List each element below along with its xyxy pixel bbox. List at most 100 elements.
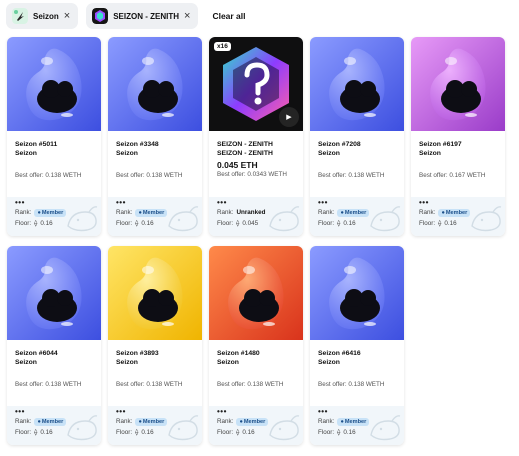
nft-card[interactable]: Seizon #5011 Seizon Best offer: 0.138 WE… <box>7 37 101 236</box>
seizon-collection-icon <box>12 8 28 24</box>
eth-icon: ⟠ <box>438 220 442 227</box>
member-badge: ● Member <box>135 208 168 217</box>
lock-icon: ● <box>239 418 243 425</box>
clear-all-button[interactable]: Clear all <box>206 11 251 21</box>
nft-collection: SEIZON - ZENITH <box>217 150 273 157</box>
seizon-zenith-collection-icon <box>92 8 109 24</box>
nft-image <box>310 246 404 340</box>
rank-label: Rank: <box>217 418 234 425</box>
nft-card[interactable]: Seizon #6197 Seizon Best offer: 0.167 WE… <box>411 37 505 236</box>
filter-chip-seizon-zenith[interactable]: SEIZON - ZENITH × <box>86 3 199 29</box>
nft-collection: Seizon <box>318 150 340 157</box>
nft-media[interactable]: x16 ▶ <box>209 37 303 131</box>
eth-icon: ⟠ <box>337 429 341 436</box>
eth-icon: ⟠ <box>337 220 341 227</box>
nft-card[interactable]: Seizon #1480 Seizon Best offer: 0.138 WE… <box>209 246 303 445</box>
best-offer: Best offer: 0.138 WETH <box>15 172 82 179</box>
nft-image <box>7 246 101 340</box>
lock-icon: ● <box>37 418 41 425</box>
nft-card[interactable]: Seizon #6416 Seizon Best offer: 0.138 WE… <box>310 246 404 445</box>
nft-collection: Seizon <box>15 150 37 157</box>
floor-label: Floor: <box>419 220 436 227</box>
play-icon[interactable]: ▶ <box>279 107 299 127</box>
whale-watermark-icon <box>269 206 300 232</box>
lock-icon: ● <box>340 209 344 216</box>
lock-icon: ● <box>340 418 344 425</box>
nft-footer: ••• Rank: ● Member Floor: ⟠ 0.16 <box>411 197 505 236</box>
best-offer: Best offer: 0.138 WETH <box>15 381 82 388</box>
remove-filter-icon[interactable]: × <box>184 10 190 22</box>
member-badge-label: Member <box>243 418 266 425</box>
member-badge: ● Member <box>34 208 67 217</box>
nft-collection: Seizon <box>116 150 138 157</box>
member-badge-label: Member <box>41 209 64 216</box>
floor-label: Floor: <box>318 220 335 227</box>
nft-title: SEIZON - ZENITH <box>217 141 273 148</box>
nft-image <box>108 246 202 340</box>
nft-image <box>7 37 101 131</box>
remove-filter-icon[interactable]: × <box>64 10 70 22</box>
best-offer: Best offer: 0.167 WETH <box>419 172 486 179</box>
best-offer: Best offer: 0.138 WETH <box>318 172 385 179</box>
nft-image <box>310 37 404 131</box>
nft-image <box>209 246 303 340</box>
nft-info: SEIZON - ZENITH SEIZON - ZENITH 0.045 ET… <box>209 131 303 197</box>
nft-card[interactable]: Seizon #3893 Seizon Best offer: 0.138 WE… <box>108 246 202 445</box>
member-badge-label: Member <box>344 418 367 425</box>
floor-value: 0.16 <box>242 429 255 436</box>
whale-watermark-icon <box>471 206 502 232</box>
best-offer: Best offer: 0.138 WETH <box>318 381 385 388</box>
nft-media[interactable] <box>310 246 404 340</box>
nft-title: Seizon #5011 <box>15 141 58 148</box>
floor-value: 0.045 <box>242 220 259 227</box>
nft-media[interactable] <box>108 37 202 131</box>
nft-price: 0.045 ETH <box>217 160 258 170</box>
filter-bar: Seizon × SEIZON - ZENITH × Clear all <box>6 3 252 29</box>
floor-value: 0.16 <box>40 429 53 436</box>
whale-watermark-icon <box>168 206 199 232</box>
best-offer: Best offer: 0.138 WETH <box>217 381 284 388</box>
whale-watermark-icon <box>67 415 98 441</box>
nft-card[interactable]: Seizon #3348 Seizon Best offer: 0.138 WE… <box>108 37 202 236</box>
nft-media[interactable] <box>108 246 202 340</box>
nft-info: Seizon #1480 Seizon Best offer: 0.138 WE… <box>209 340 303 406</box>
nft-card[interactable]: Seizon #6044 Seizon Best offer: 0.138 WE… <box>7 246 101 445</box>
nft-collection: Seizon <box>419 150 441 157</box>
filter-chip-label: SEIZON - ZENITH <box>113 11 179 21</box>
filter-chip-seizon[interactable]: Seizon × <box>6 3 79 29</box>
best-offer: Best offer: 0.0343 WETH <box>217 171 287 178</box>
nft-media[interactable] <box>310 37 404 131</box>
lock-icon: ● <box>441 209 445 216</box>
nft-card[interactable]: Seizon #7208 Seizon Best offer: 0.138 WE… <box>310 37 404 236</box>
nft-card[interactable]: x16 ▶ SEIZON - ZENITH SEIZON - ZENITH 0.… <box>209 37 303 236</box>
nft-title: Seizon #3348 <box>116 141 159 148</box>
rank-label: Rank: <box>217 209 234 216</box>
whale-watermark-icon <box>370 206 401 232</box>
floor-label: Floor: <box>116 429 133 436</box>
eth-icon: ⟠ <box>236 220 240 227</box>
nft-footer: ••• Rank: ● Member Floor: ⟠ 0.16 <box>310 406 404 445</box>
floor-label: Floor: <box>318 429 335 436</box>
whale-watermark-icon <box>370 415 401 441</box>
nft-media[interactable] <box>7 246 101 340</box>
eth-icon: ⟠ <box>135 220 139 227</box>
member-badge-label: Member <box>344 209 367 216</box>
nft-collection: Seizon <box>318 359 340 366</box>
member-badge: ● Member <box>337 208 370 217</box>
best-offer: Best offer: 0.138 WETH <box>116 381 183 388</box>
lock-icon: ● <box>138 209 142 216</box>
floor-label: Floor: <box>15 429 32 436</box>
nft-media[interactable] <box>411 37 505 131</box>
rank-label: Rank: <box>116 418 133 425</box>
floor-label: Floor: <box>217 429 234 436</box>
nft-image <box>108 37 202 131</box>
rank-label: Rank: <box>15 418 32 425</box>
rank-label: Rank: <box>116 209 133 216</box>
nft-media[interactable] <box>7 37 101 131</box>
nft-footer: ••• Rank: ● Member Floor: ⟠ 0.16 <box>310 197 404 236</box>
eth-icon: ⟠ <box>135 429 139 436</box>
nft-media[interactable] <box>209 246 303 340</box>
member-badge-label: Member <box>445 209 468 216</box>
floor-value: 0.16 <box>343 220 356 227</box>
nft-title: Seizon #6416 <box>318 350 361 357</box>
